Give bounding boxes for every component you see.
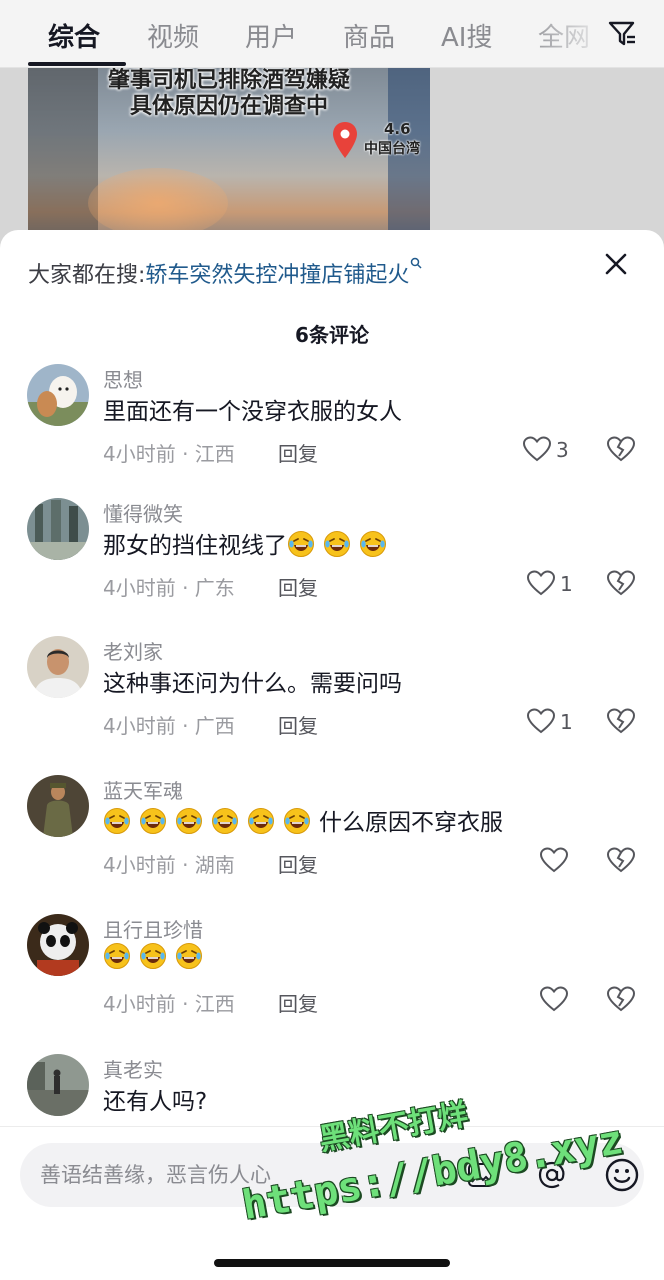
commenter-name[interactable]: 思想 <box>103 364 143 393</box>
comment-text: 什么原因不穿衣服 <box>103 803 503 837</box>
comment-text-body: 还有人吗? <box>103 1089 208 1115</box>
close-icon[interactable] <box>604 252 628 276</box>
comment-text: 还有人吗? <box>103 1082 207 1116</box>
laughing-emoji-icon <box>176 808 202 834</box>
comment-item: 老刘家 这种事还问为什么。需要问吗 4小时前 · 广西 回复 1 <box>0 636 664 766</box>
avatar[interactable] <box>27 636 89 698</box>
broken-heart-icon[interactable] <box>606 985 636 1013</box>
comment-meta: 4小时前 · 江西 <box>103 442 235 466</box>
location-pin-icon <box>333 122 357 158</box>
tab-comprehensive[interactable]: 综合 <box>48 17 100 54</box>
comment-text-body: 什么原因不穿衣服 <box>319 810 503 836</box>
laughing-emoji-icon <box>212 808 238 834</box>
trending-topic-link[interactable]: 轿车突然失控冲撞店铺起火 <box>145 263 409 288</box>
comment-item: 且行且珍惜 4小时前 · 江西 回复 <box>0 914 664 1044</box>
reply-button[interactable]: 回复 <box>278 572 318 601</box>
search-icon <box>411 257 422 269</box>
comment-item: 思想 里面还有一个没穿衣服的女人 4小时前 · 江西 回复 3 <box>0 364 664 494</box>
tab-ai-search[interactable]: AI搜 <box>441 17 492 54</box>
heart-icon[interactable] <box>526 707 556 735</box>
heart-icon[interactable] <box>539 846 569 874</box>
laughing-emoji-icon <box>288 531 314 557</box>
broken-heart-icon[interactable] <box>606 435 636 463</box>
avatar[interactable] <box>27 775 89 837</box>
home-indicator[interactable] <box>214 1259 450 1267</box>
commenter-name[interactable]: 真老实 <box>103 1054 163 1083</box>
reply-button[interactable]: 回复 <box>278 988 318 1017</box>
reply-button[interactable]: 回复 <box>278 849 318 878</box>
laughing-emoji-icon <box>104 808 130 834</box>
comment-item: 懂得微笑 那女的挡住视线了 4小时前 · 广东 回复 1 <box>0 498 664 628</box>
comment-text-body: 这种事还问为什么。需要问吗 <box>103 671 402 697</box>
laughing-emoji-icon <box>140 808 166 834</box>
commenter-name[interactable]: 懂得微笑 <box>103 498 183 527</box>
comment-meta: 4小时前 · 湖南 <box>103 853 235 877</box>
laughing-emoji-icon <box>284 808 310 834</box>
laughing-emoji-icon <box>104 943 130 969</box>
tab-users[interactable]: 用户 <box>245 17 297 54</box>
comment-text <box>103 942 211 971</box>
video-fire-glow <box>88 168 228 238</box>
comment-item: 蓝天军魂 什么原因不穿衣服 4小时前 · 湖南 回复 <box>0 775 664 905</box>
filter-icon[interactable] <box>607 18 637 48</box>
laughing-emoji-icon <box>360 531 386 557</box>
tab-video[interactable]: 视频 <box>147 17 199 54</box>
emoji-group <box>287 531 395 559</box>
avatar[interactable] <box>27 1054 89 1116</box>
avatar[interactable] <box>27 498 89 560</box>
laughing-emoji-icon <box>324 531 350 557</box>
video-location: 中国台湾 <box>364 141 420 157</box>
tab-fade <box>520 0 610 66</box>
active-tab-underline <box>28 62 126 66</box>
reply-button[interactable]: 回复 <box>278 710 318 739</box>
comment-text: 那女的挡住视线了 <box>103 526 395 560</box>
commenter-name[interactable]: 且行且珍惜 <box>103 914 203 943</box>
emoji-group <box>103 943 211 971</box>
heart-icon[interactable] <box>526 569 556 597</box>
broken-heart-icon[interactable] <box>606 569 636 597</box>
broken-heart-icon[interactable] <box>606 846 636 874</box>
video-rating: 4.6 <box>384 120 411 138</box>
video-caption-line2: 具体原因仍在调查中 <box>129 94 328 119</box>
commenter-name[interactable]: 蓝天军魂 <box>103 775 183 804</box>
comment-count-title: 6条评论 <box>295 323 369 347</box>
laughing-emoji-icon <box>176 943 202 969</box>
heart-icon[interactable] <box>539 985 569 1013</box>
tab-products[interactable]: 商品 <box>343 17 395 54</box>
video-thumbnail[interactable]: 肇事司机已排除酒驾嫌疑 具体原因仍在调查中 4.6 中国台湾 <box>28 68 430 248</box>
comment-text: 这种事还问为什么。需要问吗 <box>103 664 402 698</box>
comment-text-body: 里面还有一个没穿衣服的女人 <box>103 399 402 425</box>
comment-meta: 4小时前 · 江西 <box>103 992 235 1016</box>
trending-prefix: 大家都在搜: <box>28 263 146 288</box>
like-count: 3 <box>556 438 569 462</box>
search-tabbar: 综合 视频 用户 商品 AI搜 全网 <box>0 0 664 68</box>
broken-heart-icon[interactable] <box>606 707 636 735</box>
avatar[interactable] <box>27 364 89 426</box>
comment-meta: 4小时前 · 广东 <box>103 576 235 600</box>
laughing-emoji-icon <box>248 808 274 834</box>
commenter-name[interactable]: 老刘家 <box>103 636 163 665</box>
reply-button[interactable]: 回复 <box>278 438 318 467</box>
comment-text-body: 那女的挡住视线了 <box>103 533 287 559</box>
like-count: 1 <box>560 710 573 734</box>
comment-meta: 4小时前 · 广西 <box>103 714 235 738</box>
comment-text: 里面还有一个没穿衣服的女人 <box>103 392 402 426</box>
like-count: 1 <box>560 572 573 596</box>
laughing-emoji-icon <box>140 943 166 969</box>
avatar[interactable] <box>27 914 89 976</box>
trending-search[interactable]: 大家都在搜:轿车突然失控冲撞店铺起火 <box>28 257 422 289</box>
emoji-group <box>103 808 319 836</box>
heart-icon[interactable] <box>522 435 552 463</box>
